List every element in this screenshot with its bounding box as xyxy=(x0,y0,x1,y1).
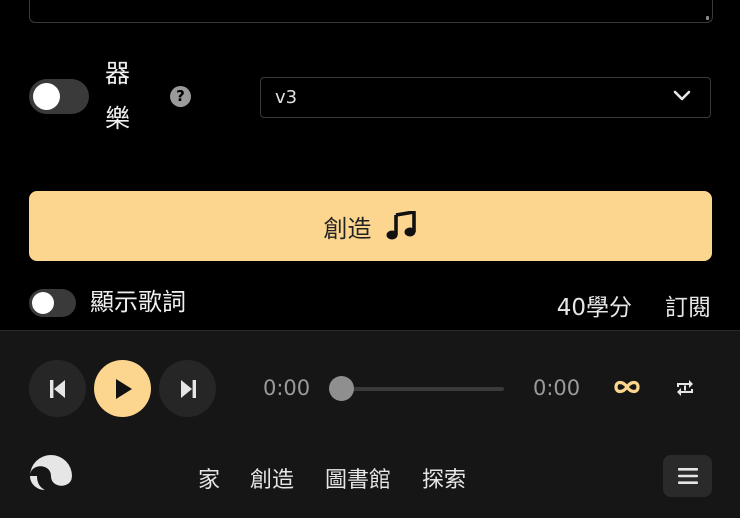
toggle-knob xyxy=(33,83,60,110)
credits-count: 40學分 xyxy=(556,295,632,321)
nav-create[interactable]: 創造 xyxy=(250,462,294,494)
repeat-icon[interactable] xyxy=(674,377,696,399)
play-icon xyxy=(115,378,132,399)
hamburger-menu-icon xyxy=(677,468,698,484)
model-version-select[interactable]: v3 xyxy=(260,77,711,118)
skip-back-icon xyxy=(49,379,65,398)
seek-track[interactable] xyxy=(342,387,504,391)
duration-time: 0:00 xyxy=(533,376,581,400)
model-version-value: v3 xyxy=(275,87,298,108)
player-bar: 0:00 0:00 家 創造 圖書館 探索 xyxy=(0,330,740,518)
nav-home[interactable]: 家 xyxy=(198,462,220,494)
play-button[interactable] xyxy=(94,360,151,417)
show-lyrics-toggle[interactable] xyxy=(29,289,76,317)
nav-explore[interactable]: 探索 xyxy=(422,462,466,494)
instrumental-toggle[interactable] xyxy=(29,79,89,114)
help-icon[interactable]: ? xyxy=(170,86,191,107)
subscribe-link[interactable]: 訂閱 xyxy=(665,288,711,322)
nav-library[interactable]: 圖書館 xyxy=(325,462,391,494)
previous-track-button[interactable] xyxy=(29,360,86,417)
menu-button[interactable] xyxy=(663,455,712,497)
show-lyrics-label: 顯示歌詞 xyxy=(90,288,186,316)
instrumental-label-line2: 樂 xyxy=(105,104,131,133)
music-note-icon xyxy=(386,211,416,240)
current-time: 0:00 xyxy=(263,376,311,400)
seek-thumb[interactable] xyxy=(329,376,354,401)
create-button[interactable]: 創造 xyxy=(29,191,712,261)
infinity-icon[interactable] xyxy=(613,379,641,395)
instrumental-label-line1: 器 xyxy=(105,59,131,88)
app-logo-icon[interactable] xyxy=(29,454,73,498)
create-button-label: 創造 xyxy=(323,214,372,243)
chevron-down-icon xyxy=(673,90,691,101)
toggle-knob xyxy=(32,292,54,314)
prompt-textarea[interactable] xyxy=(29,0,713,23)
next-track-button[interactable] xyxy=(159,360,216,417)
skip-forward-icon xyxy=(180,379,196,398)
resize-handle[interactable] xyxy=(706,16,709,20)
